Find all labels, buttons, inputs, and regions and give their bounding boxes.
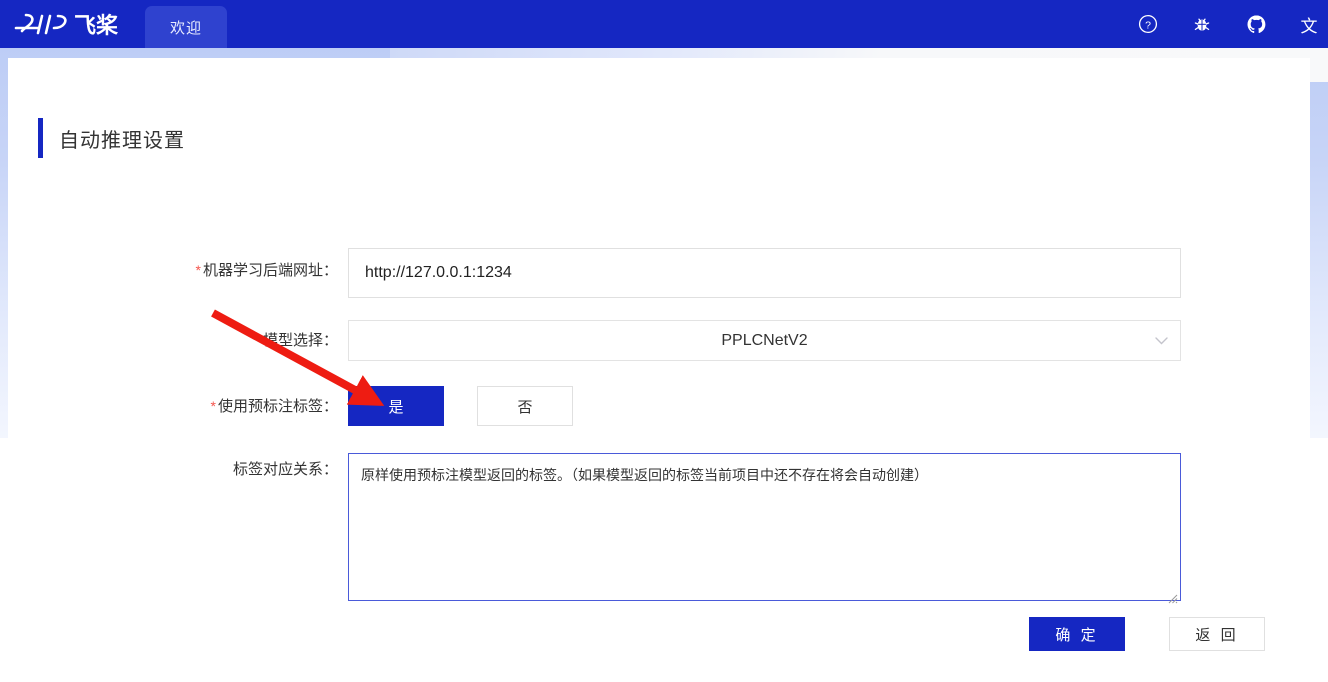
required-asterisk: * [210,398,216,414]
prelabel-option-no[interactable]: 否 [477,386,573,426]
help-circle-icon[interactable]: ? [1136,12,1160,36]
content-card: 自动推理设置 *机器学习后端网址： 模型选择： PPLCNetV2 [8,58,1310,682]
nav-icon-group: ? 文 [1136,0,1328,48]
required-asterisk: * [195,262,201,278]
form-row-model-select: 模型选择： PPLCNetV2 [8,320,1310,361]
label-use-prelabel: * 使用预标注标签： [8,386,348,427]
title-accent-bar [38,118,43,158]
model-select-dropdown[interactable]: PPLCNetV2 [348,320,1181,361]
svg-text:?: ? [1145,19,1151,31]
backend-url-input[interactable] [348,248,1181,298]
nav-tab-welcome[interactable]: 欢迎 [145,6,227,48]
label-model-select-text: 模型选择： [262,332,338,349]
auto-inference-form: *机器学习后端网址： 模型选择： PPLCNetV2 [8,248,1310,606]
confirm-button[interactable]: 确 定 [1029,617,1125,651]
language-icon[interactable]: 文 [1298,12,1320,36]
label-label-mapping: 标签对应关系： [8,453,348,487]
top-navigation-bar: 飞桨 欢迎 ? 文 [0,0,1328,48]
label-model-select: 模型选择： [8,320,348,361]
prelabel-option-yes[interactable]: 是 [348,386,444,426]
back-button[interactable]: 返 回 [1169,617,1265,651]
svg-text:飞桨: 飞桨 [74,13,119,38]
form-row-use-prelabel: * 使用预标注标签： 是 否 [8,386,1310,427]
field-model-select: PPLCNetV2 [348,320,1181,361]
chevron-down-icon [1155,332,1168,350]
paddlepaddle-logo-icon: 飞桨 [14,13,119,38]
label-use-prelabel-text: 使用预标注标签： [217,398,338,415]
label-label-mapping-text: 标签对应关系： [232,461,338,478]
form-row-label-mapping: 标签对应关系： [8,453,1310,606]
model-select-value: PPLCNetV2 [721,331,808,349]
bug-icon[interactable] [1190,12,1214,36]
label-backend-url-text: 机器学习后端网址： [202,262,338,279]
field-backend-url [348,248,1181,298]
form-row-backend-url: * 机器学习后端网址： [8,248,1310,298]
field-label-mapping [348,453,1181,606]
form-actions: 确 定 返 回 [8,617,1310,651]
github-icon[interactable] [1244,12,1268,36]
label-mapping-textarea[interactable] [348,453,1181,601]
field-use-prelabel: 是 否 [348,386,573,426]
page-title: 自动推理设置 [59,129,185,152]
page-title-wrap: 自动推理设置 [38,118,185,158]
label-backend-url: * 机器学习后端网址： [8,248,348,293]
brand-logo[interactable]: 飞桨 [0,0,145,48]
